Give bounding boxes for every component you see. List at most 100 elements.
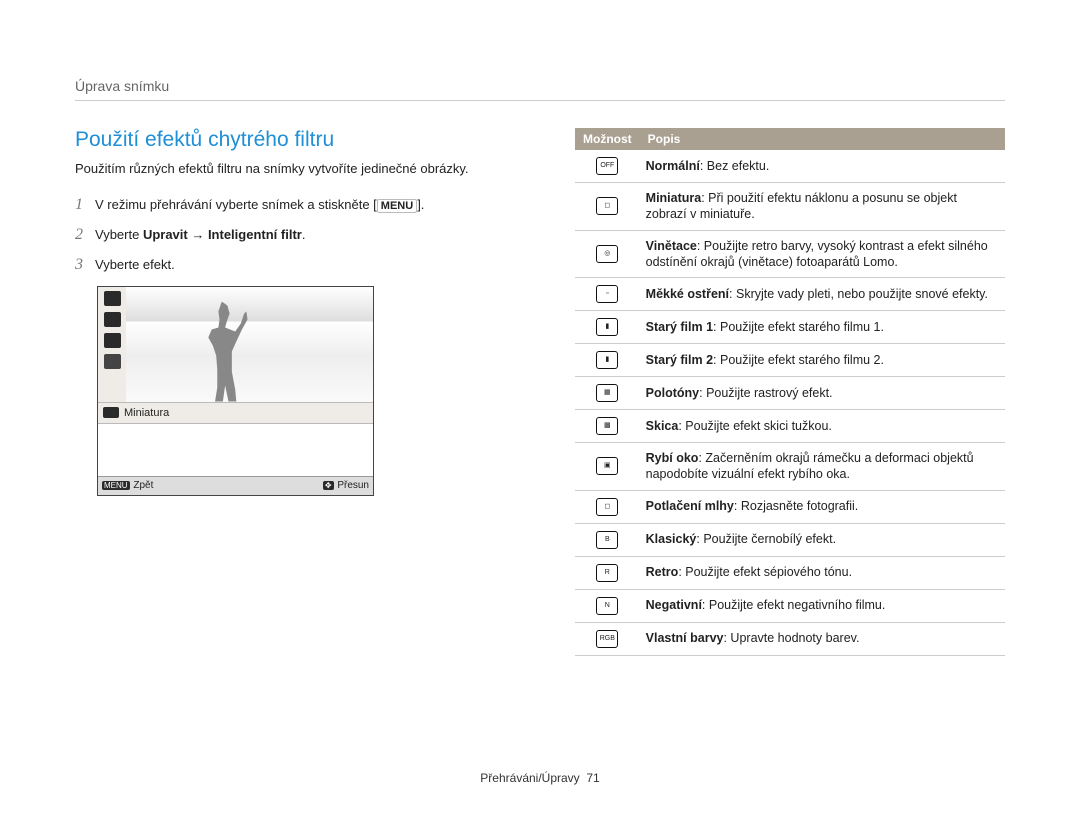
option-icon-cell: ◻ xyxy=(575,183,640,231)
lcd-back-key: MENU xyxy=(102,481,130,490)
option-desc-cell: Vinětace: Použijte retro barvy, vysoký k… xyxy=(640,230,1005,278)
option-icon-cell: ◻ xyxy=(575,490,640,523)
lcd-side-icons xyxy=(98,287,126,402)
option-icon-cell: ◎ xyxy=(575,230,640,278)
option-desc: : Použijte efekt skici tužkou. xyxy=(678,419,832,433)
lcd-icon xyxy=(104,291,121,306)
step-text: Vyberte efekt. xyxy=(95,256,555,274)
option-name: Skica xyxy=(646,419,679,433)
option-icon-cell: ▣ xyxy=(575,443,640,491)
option-row: ▫ Měkké ostření: Skryjte vady pleti, nebo… xyxy=(575,278,1005,311)
option-name: Rybí oko xyxy=(646,451,699,465)
option-desc-cell: Klasický: Použijte černobílý efekt. xyxy=(640,523,1005,556)
option-desc-cell: Polotóny: Použijte rastrový efekt. xyxy=(640,377,1005,410)
option-name: Vinětace xyxy=(646,239,697,253)
option-icon-cell: ▩ xyxy=(575,410,640,443)
option-desc: : Skryjte vady pleti, nebo použijte snov… xyxy=(729,287,988,301)
filter-icon: B xyxy=(596,531,618,549)
filter-icon: RGB xyxy=(596,630,618,648)
option-name: Starý film 2 xyxy=(646,353,713,367)
option-desc-cell: Starý film 2: Použijte efekt starého fil… xyxy=(640,344,1005,377)
option-icon-cell: ▦ xyxy=(575,377,640,410)
option-desc: : Použijte rastrový efekt. xyxy=(699,386,832,400)
filter-icon: ▫ xyxy=(596,285,618,303)
footer-label: Přehráváni/Úpravy xyxy=(480,771,579,785)
filter-icon: ▮ xyxy=(596,351,618,369)
filter-icon: ◻ xyxy=(596,197,618,215)
option-row: ▩ Skica: Použijte efekt skici tužkou. xyxy=(575,410,1005,443)
option-row: ▣Rybí oko: Začerněním okrajů rámečku a d… xyxy=(575,443,1005,491)
filter-icon: R xyxy=(596,564,618,582)
option-desc: : Použijte černobílý efekt. xyxy=(696,532,836,546)
option-desc-cell: Starý film 1: Použijte efekt starého fil… xyxy=(640,311,1005,344)
step-text-bold: Upravit → Inteligentní filtr xyxy=(143,227,302,242)
filter-icon: OFF xyxy=(596,157,618,175)
step-number: 2 xyxy=(75,226,95,244)
section-title: Použití efektů chytrého filtru xyxy=(75,128,555,152)
lcd-status-bar: MENU Zpět ✥ Přesun xyxy=(98,476,373,495)
lcd-blank-area xyxy=(98,423,373,476)
step-number: 3 xyxy=(75,256,95,274)
option-desc-cell: Retro: Použijte efekt sépiového tónu. xyxy=(640,556,1005,589)
lcd-icon xyxy=(104,333,121,348)
step-text-a: V režimu přehrávání vyberte snímek a sti… xyxy=(95,197,377,212)
option-desc: : Použijte efekt sépiového tónu. xyxy=(678,565,852,579)
option-desc-cell: Potlačení mlhy: Rozjasněte fotografii. xyxy=(640,490,1005,523)
option-desc: : Použijte efekt negativního filmu. xyxy=(702,598,885,612)
option-row: ▦ Polotóny: Použijte rastrový efekt. xyxy=(575,377,1005,410)
option-row: OFF Normální: Bez efektu. xyxy=(575,150,1005,183)
option-desc-cell: Vlastní barvy: Upravte hodnoty barev. xyxy=(640,622,1005,655)
filter-icon: ▦ xyxy=(596,384,618,402)
options-header-icon: Možnost xyxy=(575,128,640,150)
option-row: B Klasický: Použijte černobílý efekt. xyxy=(575,523,1005,556)
filter-icon: ▮ xyxy=(596,318,618,336)
filter-icon: ◻ xyxy=(596,498,618,516)
footer-page: 71 xyxy=(586,771,599,785)
option-name: Starý film 1 xyxy=(646,320,713,334)
option-row: ◻ Miniatura: Při použití efektu náklonu a… xyxy=(575,183,1005,231)
step-number: 1 xyxy=(75,196,95,214)
option-icon-cell: OFF xyxy=(575,150,640,183)
option-row: R Retro: Použijte efekt sépiového tónu. xyxy=(575,556,1005,589)
option-row: ▮ Starý film 1: Použijte efekt starého fi… xyxy=(575,311,1005,344)
option-desc-cell: Normální: Bez efektu. xyxy=(640,150,1005,183)
option-icon-cell: ▫ xyxy=(575,278,640,311)
filter-icon: ▩ xyxy=(596,417,618,435)
step-3: 3 Vyberte efekt. xyxy=(75,256,555,274)
option-desc: : Upravte hodnoty barev. xyxy=(723,631,859,645)
step-text-b: ]. xyxy=(417,197,424,212)
option-row: RGB Vlastní barvy: Upravte hodnoty barev. xyxy=(575,622,1005,655)
option-desc: : Bez efektu. xyxy=(700,159,769,173)
lcd-back-text: Zpět xyxy=(133,480,153,491)
step-text: V režimu přehrávání vyberte snímek a sti… xyxy=(95,196,555,214)
option-desc-cell: Skica: Použijte efekt skici tužkou. xyxy=(640,410,1005,443)
option-name: Vlastní barvy xyxy=(646,631,724,645)
option-desc: : Použijte efekt starého filmu 1. xyxy=(713,320,884,334)
option-desc: : Použijte efekt starého filmu 2. xyxy=(713,353,884,367)
lcd-move-key: ✥ xyxy=(323,481,334,490)
option-row: NNegativní: Použijte efekt negativního f… xyxy=(575,589,1005,622)
lcd-move-text: Přesun xyxy=(337,480,369,491)
option-icon-cell: ▮ xyxy=(575,344,640,377)
option-desc: : Rozjasněte fotografii. xyxy=(734,499,858,513)
menu-key: MENU xyxy=(377,199,417,213)
option-row: ▮ Starý film 2: Použijte efekt starého fi… xyxy=(575,344,1005,377)
option-desc-cell: Rybí oko: Začerněním okrajů rámečku a de… xyxy=(640,443,1005,491)
step-1: 1 V režimu přehrávání vyberte snímek a s… xyxy=(75,196,555,214)
lcd-icon xyxy=(104,312,121,327)
option-desc-cell: Miniatura: Při použití efektu náklonu a … xyxy=(640,183,1005,231)
filter-icon: N xyxy=(596,597,618,615)
lcd-option-row: Miniatura xyxy=(98,402,373,423)
option-row: ◎Vinětace: Použijte retro barvy, vysoký … xyxy=(575,230,1005,278)
lcd-icon xyxy=(104,354,121,369)
lcd-photo xyxy=(126,287,373,402)
option-desc-cell: Měkké ostření: Skryjte vady pleti, nebo … xyxy=(640,278,1005,311)
option-icon-cell: N xyxy=(575,589,640,622)
option-icon-cell: R xyxy=(575,556,640,589)
option-name: Polotóny xyxy=(646,386,699,400)
lcd-option-label: Miniatura xyxy=(124,407,169,419)
lcd-option-icon xyxy=(103,407,119,418)
option-icon-cell: RGB xyxy=(575,622,640,655)
options-table: Možnost Popis OFFNormální: Bez efektu.◻M… xyxy=(575,128,1005,656)
step-text-c: . xyxy=(302,227,306,242)
